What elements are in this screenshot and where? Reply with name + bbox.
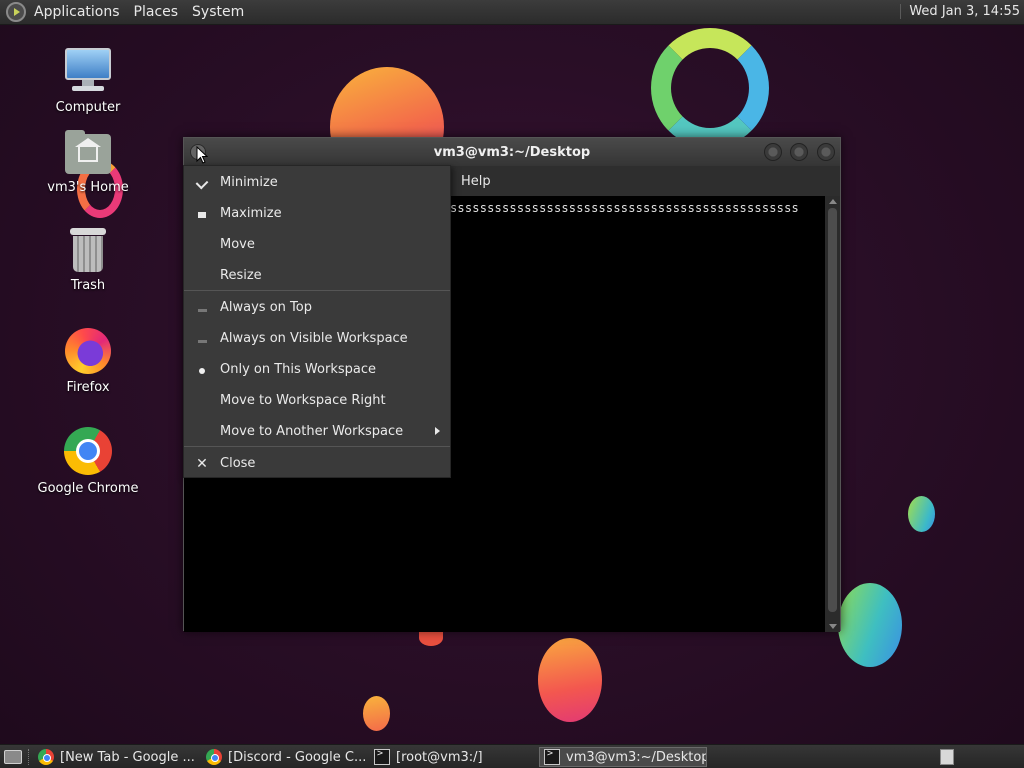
wallpaper-shape [538, 638, 602, 722]
panel-separator [28, 749, 30, 765]
wallpaper-shape [419, 630, 443, 646]
minimize-window-button[interactable] [764, 143, 782, 161]
menu-item-label: Always on Top [220, 300, 312, 315]
wallpaper-shape [651, 28, 769, 148]
menu-item-minimize[interactable]: Minimize [184, 167, 450, 198]
menu-applications[interactable]: Applications [34, 4, 120, 20]
menu-item-only-on-this-workspace[interactable]: Only on This Workspace [184, 354, 450, 385]
close-icon: ✕ [196, 455, 208, 472]
terminal-icon [544, 748, 560, 765]
menu-separator [184, 446, 450, 447]
maximize-icon [198, 211, 206, 218]
firefox-icon [65, 328, 111, 374]
desktop-icon-label: Firefox [66, 380, 110, 395]
menu-item-resize[interactable]: Resize [184, 260, 450, 291]
scroll-up-arrow-icon[interactable] [829, 199, 837, 204]
bottom-panel: [New Tab - Google ... [Discord - Google … [0, 744, 1024, 768]
maximize-window-button[interactable] [790, 143, 808, 161]
desktop-icon-label: vm3's Home [47, 180, 129, 195]
scrollbar-thumb[interactable] [828, 208, 837, 612]
distro-logo-icon[interactable] [6, 2, 26, 22]
menu-places[interactable]: Places [134, 4, 179, 20]
wallpaper-shape [838, 583, 902, 667]
radio-selected-icon [199, 367, 205, 374]
desktop-icon-computer[interactable]: Computer [28, 46, 148, 115]
menu-help[interactable]: Help [461, 174, 491, 189]
chrome-icon [206, 749, 222, 765]
wallpaper-shape [363, 696, 390, 731]
wallpaper-shape [908, 496, 935, 532]
menu-item-move[interactable]: Move [184, 229, 450, 260]
submenu-arrow-icon [435, 427, 440, 435]
menu-item-label: Move [220, 237, 255, 252]
menu-item-close[interactable]: ✕ Close [184, 448, 450, 479]
taskbar-item[interactable]: [Discord - Google C... [206, 747, 368, 767]
show-desktop-icon[interactable] [4, 750, 22, 764]
menu-item-move-to-another-workspace[interactable]: Move to Another Workspace [184, 416, 450, 447]
menu-item-label: Resize [220, 268, 262, 283]
taskbar-item-label: [Discord - Google C... [228, 749, 367, 765]
checkbox-unchecked-icon [197, 339, 207, 343]
terminal-icon [374, 748, 390, 765]
menu-item-label: Move to Workspace Right [220, 393, 386, 408]
desktop-icon-home[interactable]: vm3's Home [28, 130, 148, 195]
top-panel: Applications Places System Wed Jan 3, 14… [0, 0, 1024, 25]
menu-item-always-on-top[interactable]: Always on Top [184, 292, 450, 323]
desktop-icon-trash[interactable]: Trash [28, 228, 148, 293]
desktop-icon-chrome[interactable]: Google Chrome [28, 427, 148, 496]
minimize-icon [195, 176, 209, 189]
menu-item-label: Minimize [220, 175, 278, 190]
close-window-button[interactable] [817, 143, 835, 161]
chrome-icon [38, 749, 54, 765]
desktop-icon-label: Google Chrome [37, 481, 139, 496]
computer-icon [64, 46, 112, 94]
desktop-icon-label: Trash [70, 278, 106, 293]
taskbar-item-active[interactable]: vm3@vm3:~/Desktop [539, 747, 707, 767]
menu-item-maximize[interactable]: Maximize [184, 198, 450, 229]
taskbar-item-label: [New Tab - Google ... [60, 749, 195, 765]
menu-item-label: Maximize [220, 206, 282, 221]
window-title: vm3@vm3:~/Desktop [433, 144, 591, 160]
menu-item-label: Always on Visible Workspace [220, 331, 408, 346]
home-folder-icon [65, 130, 111, 174]
scroll-down-arrow-icon[interactable] [829, 624, 837, 629]
menu-separator [184, 290, 450, 291]
taskbar-item[interactable]: [New Tab - Google ... [38, 747, 198, 767]
taskbar-item-label: vm3@vm3:~/Desktop [566, 749, 707, 765]
terminal-scrollbar[interactable] [825, 196, 840, 632]
checkbox-unchecked-icon [197, 308, 207, 312]
menu-item-always-on-visible-workspace[interactable]: Always on Visible Workspace [184, 323, 450, 354]
trash-icon [70, 228, 106, 272]
menu-system[interactable]: System [192, 4, 244, 20]
taskbar-item[interactable]: [root@vm3:/] [374, 747, 534, 767]
taskbar-item-label: [root@vm3:/] [396, 749, 483, 765]
terminal-line: ssssssssssssssssssssssssssssssssssssssss… [450, 201, 799, 215]
desktop-icon-label: Computer [55, 100, 121, 115]
menu-item-label: Only on This Workspace [220, 362, 376, 377]
menu-item-label: Move to Another Workspace [220, 424, 404, 439]
window-titlebar[interactable]: vm3@vm3:~/Desktop [184, 138, 840, 166]
menu-item-move-to-workspace-right[interactable]: Move to Workspace Right [184, 385, 450, 416]
window-context-menu: Minimize Maximize Move Resize Always on … [183, 165, 451, 478]
desktop-icon-firefox[interactable]: Firefox [28, 328, 148, 395]
workspace-switcher[interactable] [940, 749, 954, 765]
chrome-icon [64, 427, 112, 475]
menu-item-label: Close [220, 456, 256, 471]
clock[interactable]: Wed Jan 3, 14:55 [900, 4, 1020, 19]
